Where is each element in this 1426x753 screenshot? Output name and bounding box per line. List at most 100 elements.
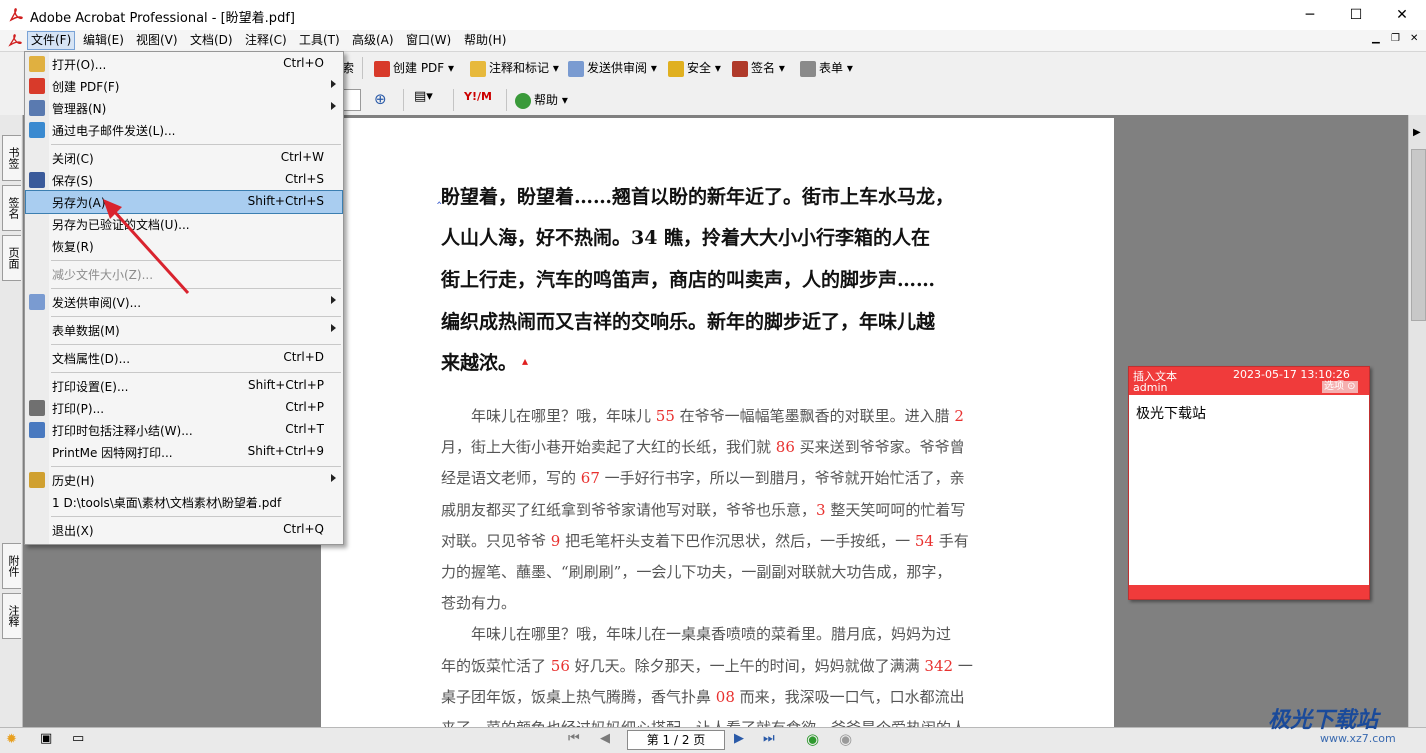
- text-segment: 而来，我深吸一口气，口水都流出: [734, 688, 965, 706]
- toolbar-divider: [362, 57, 363, 79]
- menu-file[interactable]: 文件(F): [27, 31, 76, 50]
- acrobat-doc-icon: [8, 34, 22, 47]
- vertical-scrollbar[interactable]: ▶: [1408, 115, 1426, 727]
- file-menu-item[interactable]: 管理器(N): [26, 97, 342, 119]
- yahoo-toolbar-icon[interactable]: Y!/M: [464, 90, 492, 103]
- submenu-arrow-icon: [331, 474, 336, 482]
- menu-advanced[interactable]: 高级(A): [349, 32, 397, 49]
- doc-restore-button[interactable]: ❐: [1391, 33, 1400, 44]
- tab-comments[interactable]: 注释: [2, 593, 21, 639]
- help-button[interactable]: 帮助 ▾: [515, 89, 568, 111]
- tab-bookmarks[interactable]: 书签: [2, 135, 21, 181]
- red-number: 56: [550, 657, 570, 675]
- next-page-icon[interactable]: ▶: [734, 731, 744, 746]
- file-menu-item[interactable]: 打印(P)... Ctrl+P: [26, 397, 342, 419]
- last-page-icon[interactable]: ⏭: [763, 731, 775, 746]
- body-text-line: 苍劲有力。: [441, 592, 516, 613]
- scrollbar-thumb[interactable]: [1411, 149, 1426, 321]
- file-menu-item[interactable]: 表单数据(M): [26, 319, 342, 341]
- minimize-button[interactable]: ─: [1287, 0, 1333, 30]
- red-number: 67: [580, 469, 600, 487]
- toolbar-divider: [453, 89, 454, 111]
- file-menu-item[interactable]: 通过电子邮件发送(L)...: [26, 119, 342, 141]
- insert-text-caret-icon[interactable]: ▴: [522, 354, 528, 368]
- page-layout-icon[interactable]: ▤▾: [414, 89, 433, 104]
- zoom-in-icon[interactable]: ⊕: [374, 90, 387, 108]
- comment-body[interactable]: 极光下载站: [1136, 403, 1206, 423]
- menu-item-label: 恢复(R): [52, 240, 94, 254]
- forms-button[interactable]: 表单 ▾: [800, 57, 853, 79]
- file-menu-item[interactable]: 退出(X) Ctrl+Q: [26, 519, 342, 541]
- body-text-line: 桌子团年饭，饭桌上热气腾腾，香气扑鼻 08 而来，我深吸一口气，口水都流出: [441, 686, 965, 707]
- comment-markup-button[interactable]: 注释和标记 ▾: [470, 57, 559, 79]
- menu-item-label: 打印(P)...: [52, 402, 105, 416]
- tab-attachments[interactable]: 附件: [2, 543, 21, 589]
- help-label: 帮助: [534, 93, 559, 107]
- maximize-button[interactable]: ☐: [1333, 0, 1379, 30]
- scroll-up-arrow-icon[interactable]: ▶: [1413, 127, 1421, 138]
- file-menu-item[interactable]: 保存(S) Ctrl+S: [26, 169, 342, 191]
- sun-icon[interactable]: ✹: [6, 732, 17, 747]
- doc-close-button[interactable]: ✕: [1410, 33, 1418, 44]
- menu-item-shortcut: Shift+Ctrl+S: [247, 194, 324, 208]
- previous-page-icon[interactable]: ◀: [600, 731, 610, 746]
- close-button[interactable]: ✕: [1379, 0, 1425, 30]
- file-menu-item[interactable]: 1 D:\tools\桌面\素材\文档素材\盼望着.pdf: [26, 491, 342, 513]
- comment-author: admin: [1133, 381, 1168, 394]
- menu-tools[interactable]: 工具(T): [296, 32, 343, 49]
- menu-item-shortcut: Ctrl+O: [283, 56, 324, 70]
- file-menu-item[interactable]: 另存为(A)... Shift+Ctrl+S: [25, 190, 343, 214]
- display-icon[interactable]: ▣: [40, 731, 52, 746]
- menu-bar: 文件(F) 编辑(E) 视图(V) 文档(D) 注释(C) 工具(T) 高级(A…: [0, 30, 1426, 52]
- folder-icon: [29, 56, 45, 72]
- page-thumb-icon[interactable]: ▭: [72, 731, 84, 746]
- go-forward-icon[interactable]: ◉: [839, 730, 852, 748]
- text-segment: 来了。菜的颜色也经过妈妈细心搭配，让人看了就有食欲。爸爸是个爱热闹的人: [441, 719, 966, 727]
- save-icon: [29, 172, 45, 188]
- heading-line: 编织成热闹而又吉祥的交响乐。新年的脚步近了，年味儿越: [441, 311, 936, 333]
- file-menu-item[interactable]: 关闭(C) Ctrl+W: [26, 147, 342, 169]
- text-segment: 苍劲有力。: [441, 594, 517, 612]
- file-menu-item[interactable]: 打印时包括注释小结(W)... Ctrl+T: [26, 419, 342, 441]
- doc-minimize-button[interactable]: ▁: [1372, 33, 1380, 44]
- menu-window[interactable]: 窗口(W): [403, 32, 454, 49]
- file-menu-item[interactable]: 另存为已验证的文档(U)...: [26, 213, 342, 235]
- comment-options-button[interactable]: 选项 ⊙: [1322, 381, 1358, 393]
- menu-document[interactable]: 文档(D): [187, 32, 236, 49]
- page-number-field[interactable]: 第 1 / 2 页: [627, 730, 725, 750]
- file-menu-item[interactable]: 创建 PDF(F): [26, 75, 342, 97]
- file-menu-item[interactable]: 发送供审阅(V)...: [26, 291, 342, 313]
- zoom-field[interactable]: [343, 89, 361, 111]
- menu-item-label: 打印时包括注释小结(W)...: [52, 424, 193, 438]
- menu-comments[interactable]: 注释(C): [242, 32, 290, 49]
- create-pdf-button[interactable]: 创建 PDF ▾: [374, 57, 454, 79]
- body-text-line: 对联。只见爷爷 9 把毛笔杆头支着下巴作沉思状，然后，一手按纸，一 54 手有: [441, 530, 969, 551]
- file-menu-item[interactable]: PrintMe 因特网打印... Shift+Ctrl+9: [26, 441, 342, 463]
- file-menu-item[interactable]: 历史(H): [26, 469, 342, 491]
- red-number: 55: [655, 407, 675, 425]
- file-menu-item[interactable]: 恢复(R): [26, 235, 342, 257]
- sign-button[interactable]: 签名 ▾: [732, 57, 785, 79]
- acrobat-logo-icon: [9, 8, 23, 22]
- comment-popup[interactable]: 插入文本 2023-05-17 13:10:26 admin 选项 ⊙ 极光下载…: [1128, 366, 1370, 600]
- go-back-icon[interactable]: ◉: [806, 730, 819, 748]
- menu-help[interactable]: 帮助(H): [461, 32, 509, 49]
- create-pdf-icon: [374, 60, 390, 77]
- first-page-icon[interactable]: ⏮: [568, 731, 580, 746]
- pdf-page[interactable]: ‸ 盼望着，盼望着……翘首以盼的新年近了。街市上车水马龙， 人山人海，好不热闹。…: [321, 118, 1114, 727]
- menu-separator: [51, 466, 341, 467]
- file-menu-item: 减少文件大小(Z)...: [26, 263, 342, 285]
- security-button[interactable]: 安全 ▾: [668, 57, 721, 79]
- menu-separator: [51, 288, 341, 289]
- menu-view[interactable]: 视图(V): [133, 32, 181, 49]
- comment-popup-header[interactable]: 插入文本 2023-05-17 13:10:26 admin 选项 ⊙: [1129, 367, 1369, 395]
- file-menu-item[interactable]: 打印设置(E)... Shift+Ctrl+P: [26, 375, 342, 397]
- send-review-button[interactable]: 发送供审阅 ▾: [568, 57, 657, 79]
- tab-signatures[interactable]: 签名: [2, 185, 21, 231]
- body-text-line: 力的握笔、蘸墨、“刷刷刷”，一会儿下功夫，一副副对联就大功告成，那字，: [441, 561, 951, 582]
- file-menu-item[interactable]: 文档属性(D)... Ctrl+D: [26, 347, 342, 369]
- comment-popup-footer: [1129, 585, 1369, 599]
- file-menu-item[interactable]: 打开(O)... Ctrl+O: [26, 53, 342, 75]
- menu-edit[interactable]: 编辑(E): [80, 32, 127, 49]
- tab-pages[interactable]: 页面: [2, 235, 21, 281]
